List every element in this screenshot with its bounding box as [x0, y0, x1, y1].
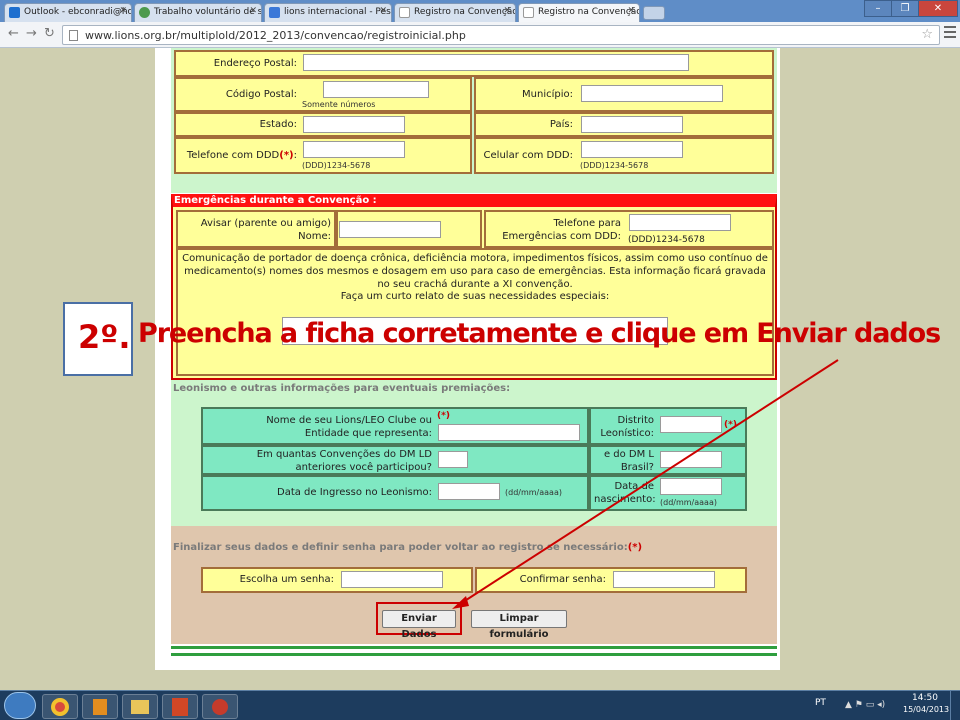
annotation-arrow — [452, 359, 839, 609]
show-desktop-button[interactable] — [950, 691, 960, 720]
explorer-icon[interactable] — [122, 694, 158, 719]
app-icon[interactable] — [202, 694, 238, 719]
arrow-line — [459, 359, 839, 605]
language-indicator[interactable]: PT — [815, 698, 826, 708]
powerpoint-icon[interactable] — [162, 694, 198, 719]
clock-date[interactable]: 15/04/2013 — [903, 705, 949, 714]
clock-time[interactable]: 14:50 — [912, 693, 938, 703]
taskbar: PT ▲ ⚑ ▭ ◂) 14:50 15/04/2013 — [0, 690, 960, 720]
media-player-icon[interactable] — [82, 694, 118, 719]
start-button[interactable] — [4, 692, 36, 719]
arrow-head — [452, 596, 469, 609]
tray-icons[interactable]: ▲ ⚑ ▭ ◂) — [845, 700, 895, 710]
chrome-icon[interactable] — [42, 694, 78, 719]
